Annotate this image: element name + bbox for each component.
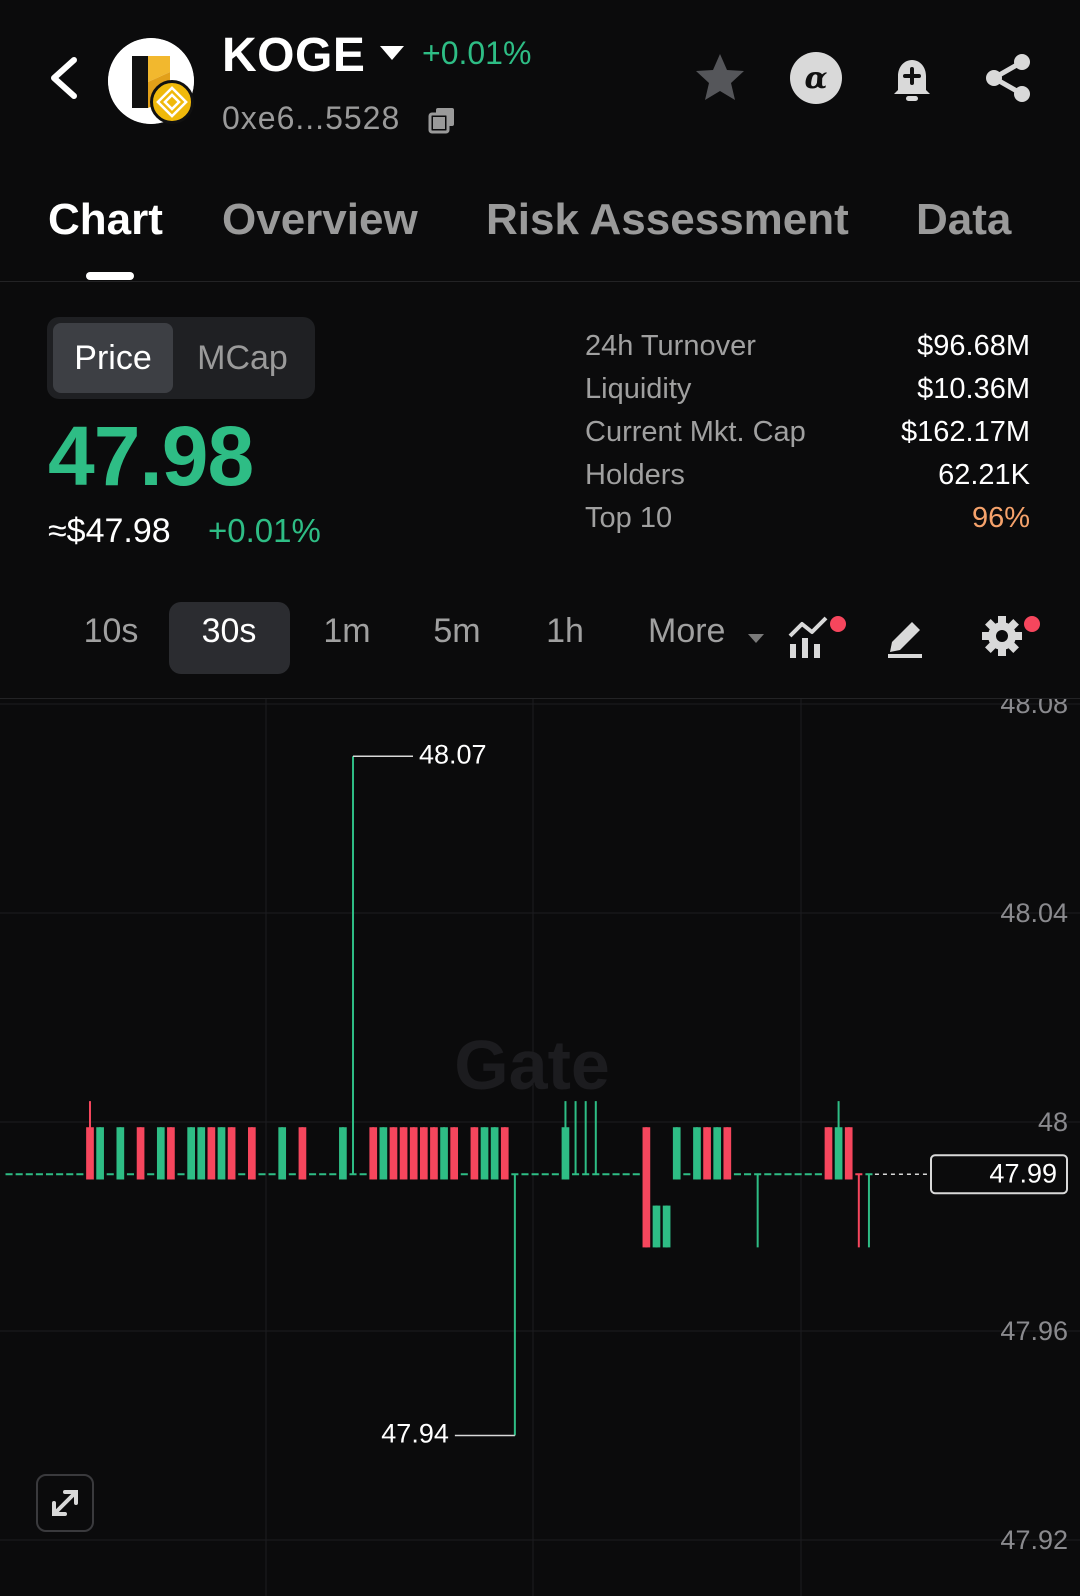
candle-body (834, 1127, 843, 1180)
y-tick-label: 48.08 (1000, 699, 1068, 719)
stat-value-mktcap: $162.17M (901, 416, 1030, 448)
stat-value-turnover: $96.68M (917, 330, 1030, 362)
stat-value-holders: 62.21K (938, 459, 1030, 491)
price-chart[interactable]: Gate 48.08 48.04 48 47.96 47.92 48.07 47.94 47.9… (0, 699, 1080, 1596)
candle-body (197, 1127, 206, 1180)
back-button[interactable] (40, 48, 90, 108)
interval-10s[interactable]: 10s (66, 612, 156, 651)
current-price-label: 47.99 (989, 1158, 1057, 1188)
candle-body (430, 1127, 438, 1180)
candle-body (824, 1127, 833, 1180)
stat-value-top10: 96% (971, 502, 1030, 534)
candle-body (399, 1127, 408, 1180)
candle-body (227, 1127, 236, 1180)
header-change-percent: +0.01% (422, 35, 532, 71)
stat-label-mktcap: Current Mkt. Cap (585, 416, 806, 448)
candle-body (136, 1127, 145, 1180)
bell-plus-icon[interactable] (884, 50, 940, 106)
tab-risk-assessment[interactable]: Risk Assessment (486, 195, 849, 245)
interval-30s[interactable]: 30s (184, 612, 274, 651)
candle-body (713, 1127, 722, 1180)
stat-label-top10: Top 10 (585, 502, 673, 534)
candle-body (116, 1127, 125, 1180)
candle-body (693, 1127, 701, 1180)
share-icon[interactable] (980, 50, 1036, 106)
price-change-percent: +0.01% (208, 512, 321, 549)
candle-body (298, 1127, 307, 1180)
candle-body (96, 1127, 104, 1180)
tab-data[interactable]: Data (916, 195, 1020, 245)
stat-label-turnover: 24h Turnover (585, 330, 756, 362)
candle-body (652, 1205, 661, 1248)
candle-body (379, 1127, 388, 1180)
fullscreen-button[interactable] (36, 1474, 94, 1532)
low-price-label: 47.94 (381, 1419, 449, 1449)
tab-chart[interactable]: Chart (48, 195, 163, 245)
candle-body (703, 1127, 711, 1180)
interval-more-button[interactable]: More (648, 612, 725, 651)
toggle-mcap-button[interactable]: MCap (180, 323, 305, 393)
interval-1m[interactable]: 1m (302, 612, 392, 651)
candle-body (167, 1127, 175, 1180)
candle-body (642, 1127, 651, 1248)
tabs-divider (0, 281, 1080, 282)
candle-body (339, 1127, 347, 1180)
interval-1h[interactable]: 1h (520, 612, 610, 651)
candle-body (369, 1127, 378, 1180)
stat-value-liquidity: $10.36M (917, 373, 1030, 405)
active-tab-indicator (86, 272, 134, 280)
svg-text:α: α (804, 61, 827, 96)
candle-body (450, 1127, 459, 1180)
expand-icon (52, 1490, 78, 1516)
candle-body (248, 1127, 256, 1180)
back-icon (51, 57, 77, 99)
tab-overview[interactable]: Overview (222, 195, 418, 245)
candle-body (500, 1127, 509, 1180)
bnb-chain-icon (150, 80, 194, 124)
favorite-star-icon[interactable] (692, 50, 748, 106)
draw-pen-icon[interactable] (882, 612, 930, 660)
y-tick-label: 47.96 (1000, 1316, 1068, 1346)
candle-body (662, 1205, 671, 1248)
candle-body (207, 1127, 216, 1180)
y-tick-label: 47.92 (1000, 1525, 1068, 1555)
settings-gear-icon[interactable] (978, 612, 1026, 660)
candle-body (723, 1127, 732, 1180)
candle-body (389, 1127, 398, 1180)
stat-label-holders: Holders (585, 459, 685, 491)
watermark-gate: Gate (454, 1026, 610, 1104)
candle-body (440, 1127, 448, 1180)
candle-body (672, 1127, 681, 1180)
candle-body (470, 1127, 479, 1180)
interval-5m[interactable]: 5m (412, 612, 502, 651)
candle-body (409, 1127, 418, 1180)
candle-body (278, 1127, 287, 1180)
usd-price: ≈$47.98 (48, 512, 171, 550)
candle-body (490, 1127, 499, 1180)
alpha-icon[interactable]: α (788, 50, 844, 106)
y-tick-label: 48 (1038, 1107, 1068, 1137)
more-caret-icon (748, 634, 764, 643)
stat-label-liquidity: Liquidity (585, 373, 692, 405)
candle-body (156, 1127, 165, 1180)
candle-body (187, 1127, 195, 1180)
candle-body (217, 1127, 226, 1180)
indicators-icon[interactable] (786, 612, 834, 660)
high-price-label: 48.07 (419, 739, 487, 769)
toggle-price-button[interactable]: Price (53, 323, 173, 393)
y-tick-label: 48.04 (1000, 898, 1068, 928)
indicators-badge (830, 616, 846, 632)
contract-address: 0xe6...5528 (222, 100, 401, 136)
token-symbol[interactable]: KOGE (222, 28, 365, 83)
settings-badge (1024, 616, 1040, 632)
copy-icon[interactable] (428, 106, 456, 134)
current-price: 47.98 (48, 409, 254, 503)
candle-body (86, 1127, 94, 1180)
token-switch-caret-icon[interactable] (380, 46, 404, 60)
candle-body (561, 1127, 570, 1180)
candle-body (419, 1127, 428, 1180)
candle-body (844, 1127, 853, 1180)
candle-body (480, 1127, 489, 1180)
